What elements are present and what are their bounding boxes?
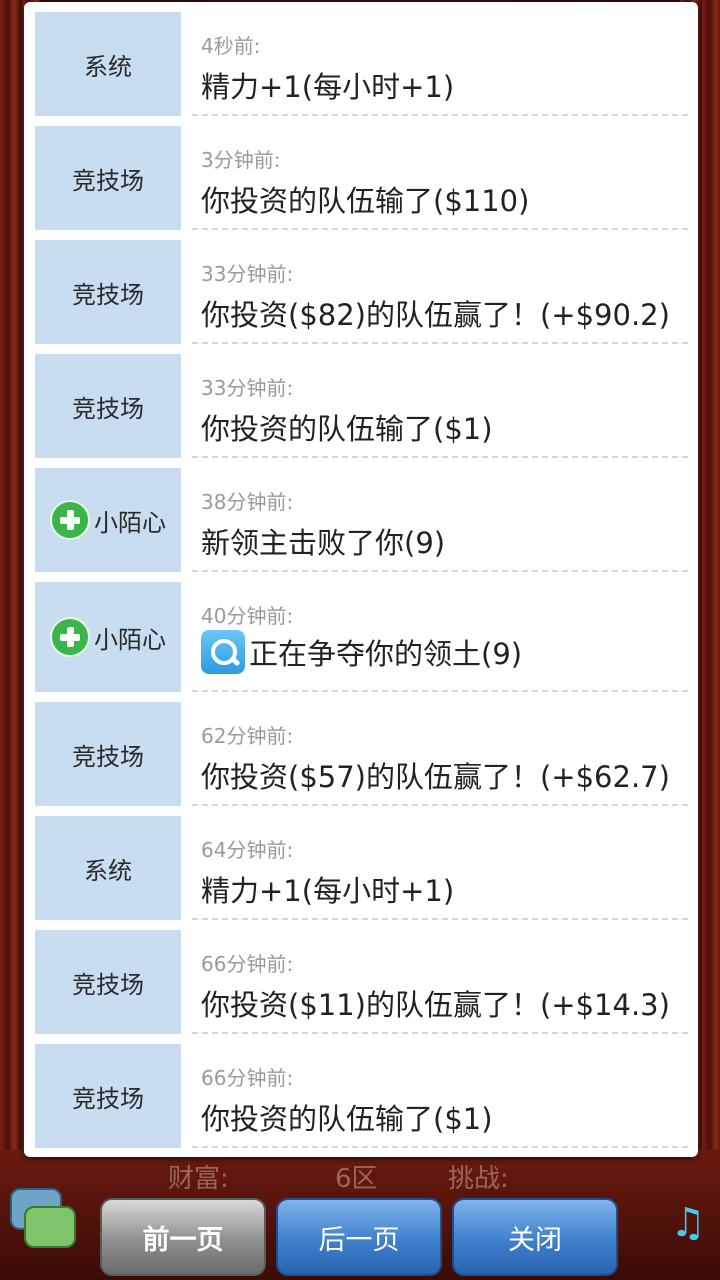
message-source-tag[interactable]: 竞技场: [35, 1044, 181, 1148]
message-text: 精力+1(每小时+1): [201, 874, 455, 908]
message-content: 3分钟前: 你投资的队伍输了($110): [192, 126, 688, 230]
message-content: 66分钟前: 你投资($11)的队伍赢了！(+$14.3): [192, 930, 688, 1034]
message-source-tag[interactable]: 系统: [35, 816, 181, 920]
message-source-tag[interactable]: 竞技场: [35, 354, 181, 458]
message-source-tag[interactable]: 小陌心: [35, 468, 181, 572]
message-text: 你投资($82)的队伍赢了！(+$90.2): [201, 298, 670, 332]
message-text: 正在争夺你的领土(9): [201, 630, 522, 674]
message-content: 62分钟前: 你投资($57)的队伍赢了！(+$62.7): [192, 702, 688, 806]
music-icon[interactable]: ♫: [670, 1200, 710, 1250]
message-text: 你投资($57)的队伍赢了！(+$62.7): [201, 760, 670, 794]
message-time: 4秒前:: [201, 34, 261, 58]
message-row: 系统 4秒前: 精力+1(每小时+1): [24, 2, 698, 116]
source-label: 小陌心: [94, 508, 166, 537]
message-time: 40分钟前:: [201, 604, 294, 628]
message-row: 系统 64分钟前: 精力+1(每小时+1): [24, 806, 698, 920]
source-label: 竞技场: [72, 970, 144, 999]
message-content: 33分钟前: 你投资($82)的队伍赢了！(+$90.2): [192, 240, 688, 344]
chat-bubble-front: [24, 1206, 76, 1248]
hud-zone-label: 6区: [335, 1164, 378, 1194]
message-source-tag[interactable]: 竞技场: [35, 126, 181, 230]
message-row: 竞技场 66分钟前: 你投资($11)的队伍赢了！(+$14.3): [24, 920, 698, 1034]
message-content: 40分钟前: 正在争夺你的领土(9): [192, 582, 688, 692]
close-button[interactable]: 关闭: [452, 1198, 618, 1276]
message-row: 竞技场 62分钟前: 你投资($57)的队伍赢了！(+$62.7): [24, 692, 698, 806]
source-label: 竞技场: [72, 280, 144, 309]
chat-icon[interactable]: [10, 1188, 76, 1248]
source-label: 系统: [84, 856, 132, 885]
message-text: 你投资($11)的队伍赢了！(+$14.3): [201, 988, 670, 1022]
message-time: 33分钟前:: [201, 262, 294, 286]
message-content: 66分钟前: 你投资的队伍输了($1): [192, 1044, 688, 1148]
message-source-tag[interactable]: 系统: [35, 12, 181, 116]
source-label: 竞技场: [72, 166, 144, 195]
message-source-tag[interactable]: 小陌心: [35, 582, 181, 692]
hud-challenge-label: 挑战:: [448, 1164, 509, 1194]
message-time: 66分钟前:: [201, 952, 294, 976]
message-source-tag[interactable]: 竞技场: [35, 240, 181, 344]
prev-page-button[interactable]: 前一页: [100, 1198, 266, 1276]
message-text: 你投资的队伍输了($110): [201, 184, 530, 218]
plus-icon: [50, 500, 90, 540]
message-time: 38分钟前:: [201, 490, 294, 514]
plus-icon: [50, 617, 90, 657]
message-row: 小陌心 40分钟前: 正在争夺你的领土(9): [24, 572, 698, 692]
message-time: 66分钟前:: [201, 1066, 294, 1090]
message-text: 你投资的队伍输了($1): [201, 412, 493, 446]
message-time: 64分钟前:: [201, 838, 294, 862]
message-source-tag[interactable]: 竞技场: [35, 702, 181, 806]
message-time: 3分钟前:: [201, 148, 281, 172]
hud-wealth-label: 财富:: [168, 1164, 229, 1194]
message-row: 竞技场 33分钟前: 你投资的队伍输了($1): [24, 344, 698, 458]
search-icon: [201, 630, 245, 674]
message-content: 33分钟前: 你投资的队伍输了($1): [192, 354, 688, 458]
message-text: 精力+1(每小时+1): [201, 70, 455, 104]
message-content: 38分钟前: 新领主击败了你(9): [192, 468, 688, 572]
source-label: 竞技场: [72, 394, 144, 423]
message-content: 4秒前: 精力+1(每小时+1): [192, 12, 688, 116]
message-row: 竞技场 66分钟前: 你投资的队伍输了($1): [24, 1034, 698, 1148]
background-hud: 财富: 6区 挑战:: [130, 1158, 600, 1202]
message-row: 小陌心 38分钟前: 新领主击败了你(9): [24, 458, 698, 572]
next-page-button[interactable]: 后一页: [276, 1198, 442, 1276]
message-time: 62分钟前:: [201, 724, 294, 748]
message-time: 33分钟前:: [201, 376, 294, 400]
source-label: 系统: [84, 52, 132, 81]
message-panel: 系统 4秒前: 精力+1(每小时+1) 竞技场 3分钟前: 你投资的队伍输了($…: [24, 2, 698, 1157]
message-row: 竞技场 33分钟前: 你投资($82)的队伍赢了！(+$90.2): [24, 230, 698, 344]
source-label: 竞技场: [72, 1084, 144, 1113]
message-content: 64分钟前: 精力+1(每小时+1): [192, 816, 688, 920]
source-label: 竞技场: [72, 742, 144, 771]
message-row: 竞技场 3分钟前: 你投资的队伍输了($110): [24, 116, 698, 230]
source-label: 小陌心: [94, 625, 166, 654]
message-source-tag[interactable]: 竞技场: [35, 930, 181, 1034]
message-text: 新领主击败了你(9): [201, 526, 446, 560]
message-text: 你投资的队伍输了($1): [201, 1102, 493, 1136]
